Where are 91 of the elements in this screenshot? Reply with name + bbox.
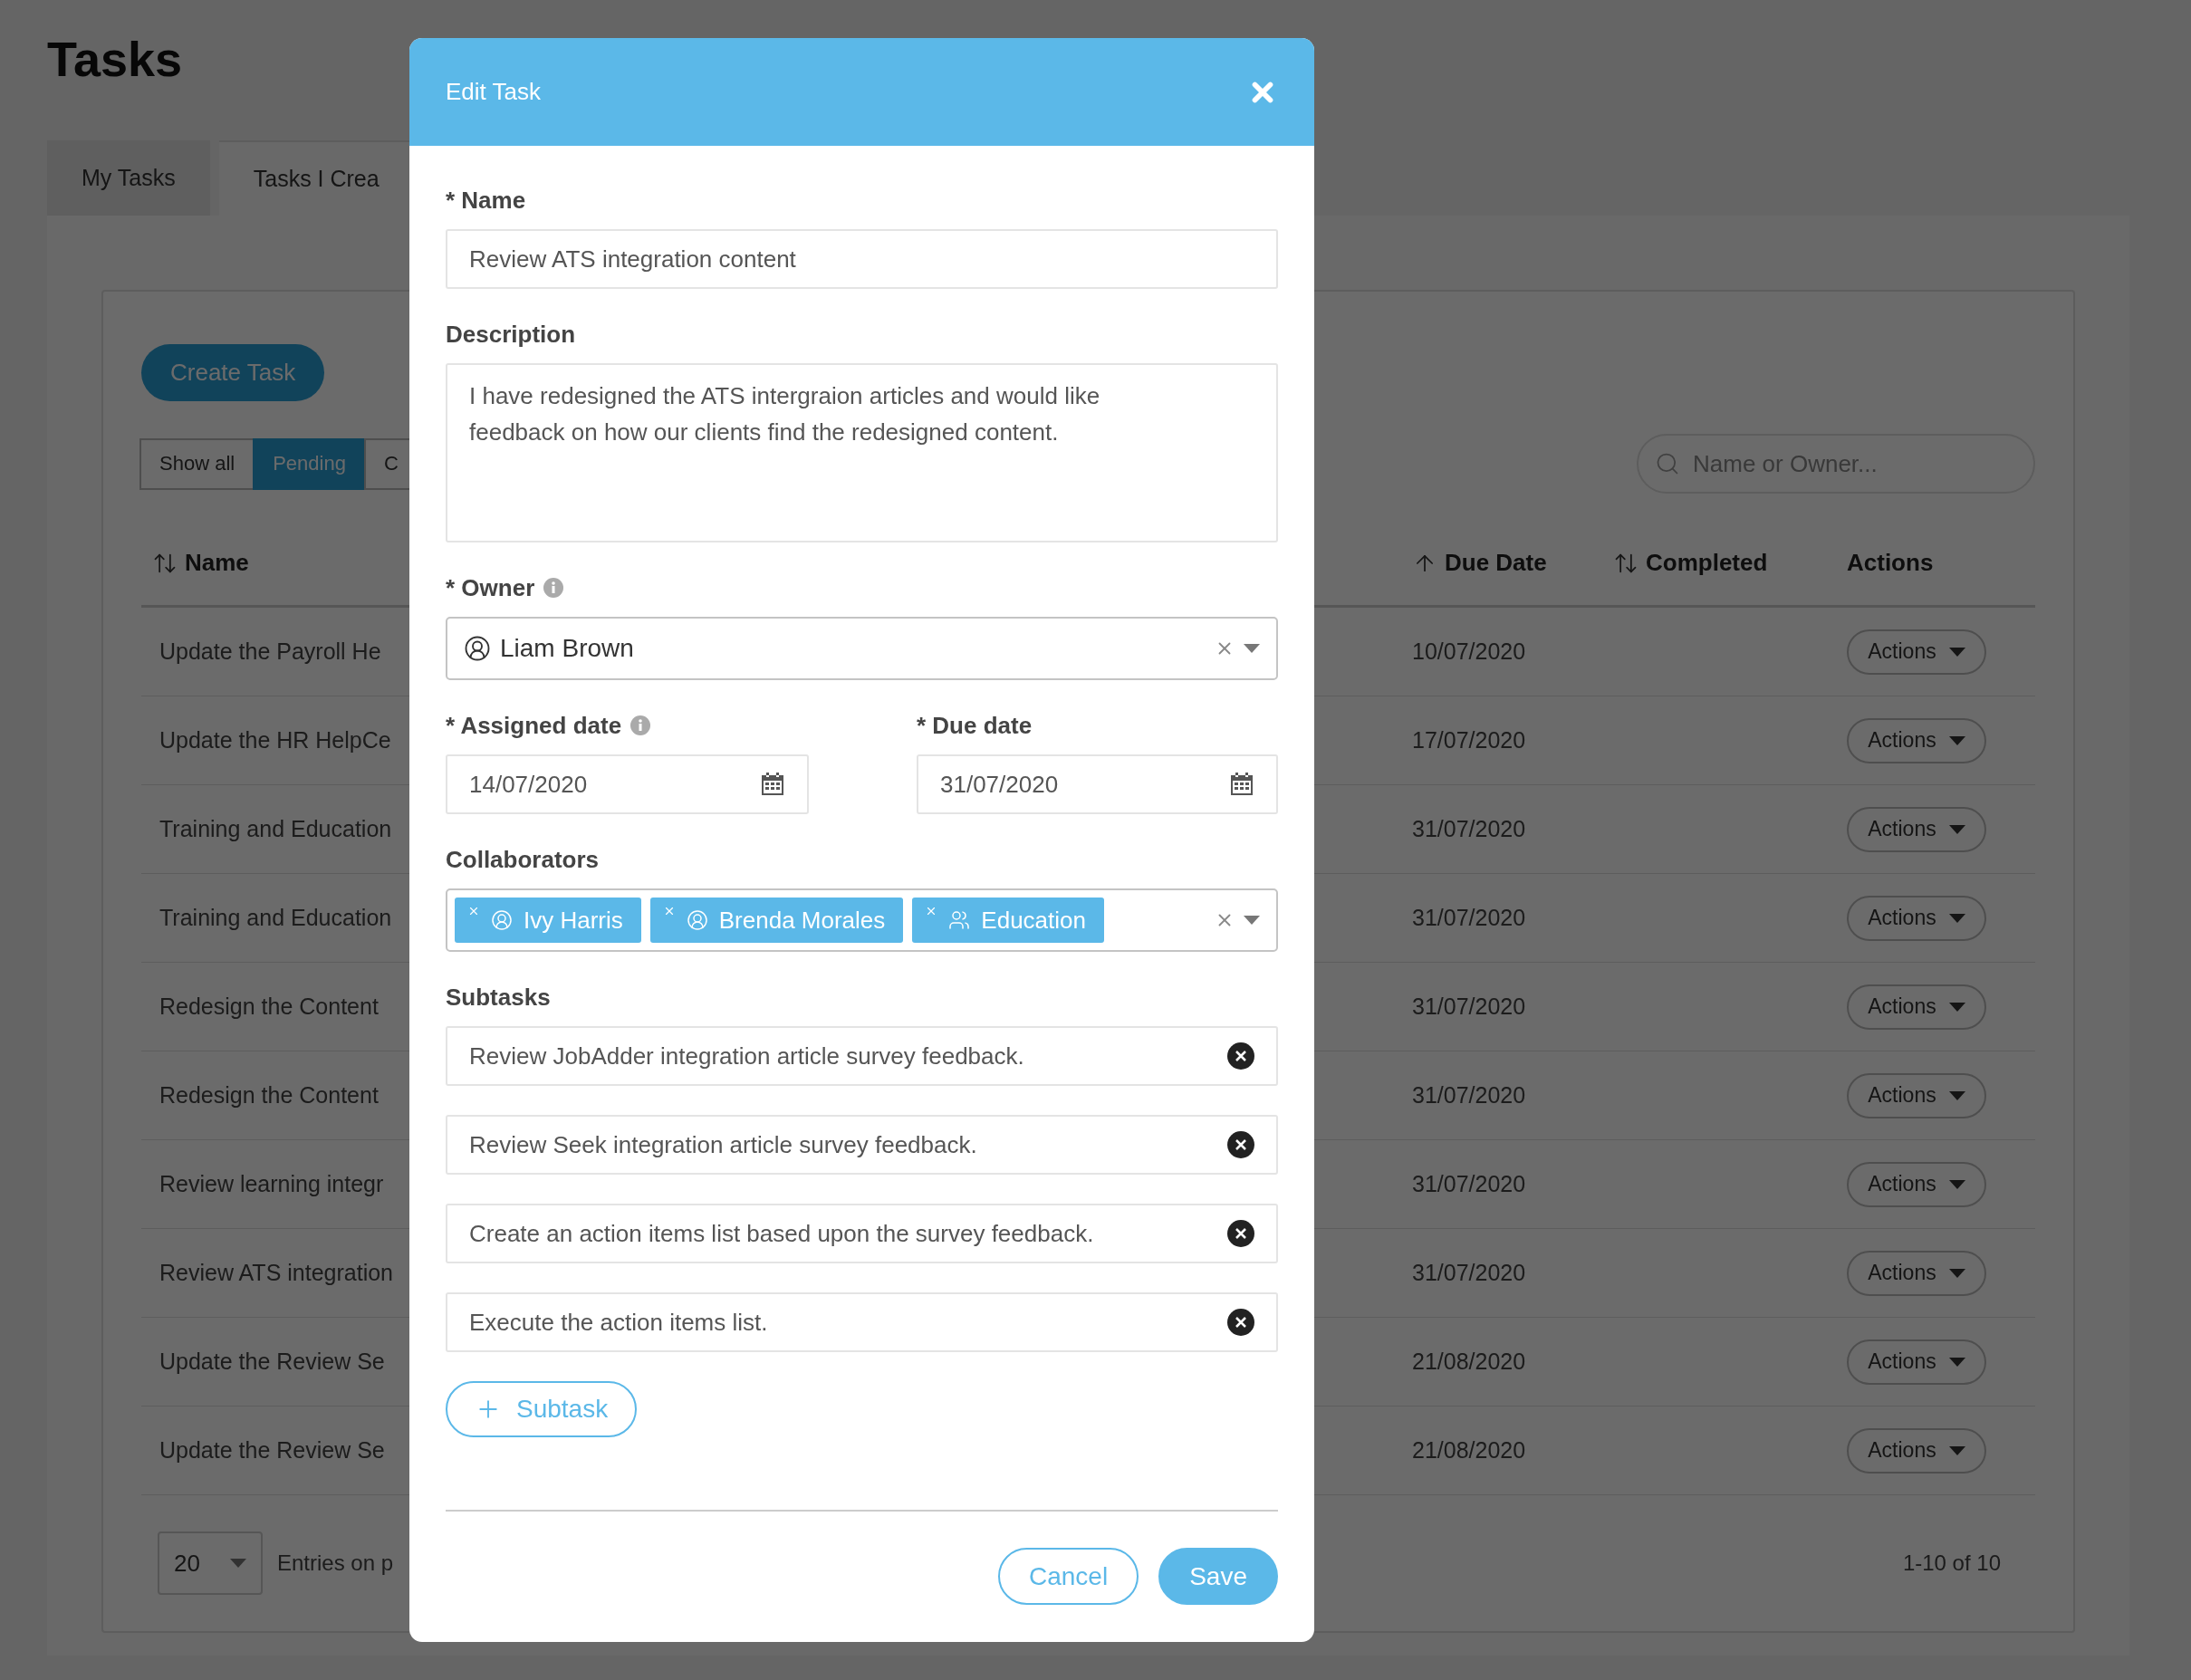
caret-icon [1948, 913, 1965, 923]
tab[interactable]: My Tasks [47, 140, 210, 216]
due-date: 31/07/2020 [1412, 1082, 1526, 1109]
due-date: 31/07/2020 [1412, 1260, 1526, 1286]
remove-tag-icon[interactable] [467, 905, 480, 917]
task-name: Redesign the Content [159, 1082, 379, 1109]
remove-icon[interactable] [1227, 1220, 1254, 1247]
caret-icon [1948, 1002, 1965, 1012]
field-label: * Owner [446, 573, 535, 602]
due-date: 31/07/2020 [1412, 905, 1526, 931]
actions-dropdown[interactable]: Actions [1847, 984, 1986, 1030]
caret-icon [1948, 1090, 1965, 1100]
due-date: 31/07/2020 [1412, 994, 1526, 1020]
field-label: * Name [446, 186, 526, 215]
column-header[interactable]: Actions [1847, 549, 1934, 577]
subtask-input[interactable]: Review JobAdder integration article survey feedback. [446, 1026, 1278, 1086]
actions-dropdown[interactable]: Actions [1847, 895, 1986, 941]
actions-dropdown[interactable]: Actions [1847, 1161, 1986, 1207]
pagination-range: 1-10 of 10 [1902, 1550, 2001, 1576]
subtask-input[interactable]: Execute the action items list. [446, 1292, 1278, 1352]
user-icon [491, 909, 513, 931]
collaborator-tag[interactable]: Brenda Morales [649, 898, 904, 943]
filter-button[interactable]: Pending [253, 437, 366, 490]
due-date: 31/07/2020 [1412, 816, 1526, 842]
column-header[interactable]: Completed [1646, 549, 1768, 577]
task-name: Training and Education [159, 816, 392, 842]
create-task-button[interactable]: Create Task [141, 344, 325, 401]
caret-icon [1948, 1179, 1965, 1189]
task-name: Review learning integr [159, 1171, 384, 1197]
page-title: Tasks [47, 31, 183, 88]
filter-button[interactable]: Show all [139, 437, 255, 490]
group-icon [948, 909, 971, 931]
remove-icon[interactable] [1227, 1309, 1254, 1336]
field-label: Subtasks [446, 983, 551, 1012]
due-date: 31/07/2020 [1412, 1171, 1526, 1197]
save-button[interactable]: Save [1158, 1548, 1278, 1605]
caret-icon [1948, 735, 1965, 745]
due-date: 10/07/2020 [1412, 638, 1526, 665]
user-icon [686, 909, 708, 931]
name-input[interactable]: Review ATS integration content [446, 229, 1278, 289]
collaborator-tag[interactable]: Ivy Harris [455, 898, 641, 943]
caret-icon [230, 1559, 246, 1568]
task-name: Update the HR HelpCe [159, 727, 391, 754]
date-input[interactable]: 31/07/2020 [917, 754, 1278, 814]
calendar-icon [760, 772, 785, 797]
actions-dropdown[interactable]: Actions [1847, 629, 1986, 675]
task-name: Update the Review Se [159, 1349, 385, 1375]
field-label: * Due date [917, 711, 1033, 740]
task-name: Redesign the Content [159, 994, 379, 1020]
caret-icon [1244, 916, 1260, 925]
actions-dropdown[interactable]: Actions [1847, 806, 1986, 852]
actions-dropdown[interactable]: Actions [1847, 1339, 1986, 1385]
entries-label: Entries on p [277, 1550, 394, 1576]
caret-icon [1244, 644, 1260, 653]
collaborator-tag[interactable]: Education [912, 898, 1104, 943]
caret-icon [1948, 824, 1965, 834]
column-header[interactable]: Name [185, 549, 249, 577]
search-icon [1655, 451, 1680, 476]
actions-dropdown[interactable]: Actions [1847, 1072, 1986, 1118]
caret-icon [1948, 647, 1965, 657]
due-date: 21/08/2020 [1412, 1349, 1526, 1375]
subtask-input[interactable]: Review Seek integration article survey feedback. [446, 1115, 1278, 1175]
dialog-title: Edit Task [446, 78, 541, 106]
column-header[interactable]: Due Date [1445, 549, 1547, 577]
remove-icon[interactable] [1227, 1042, 1254, 1070]
description-textarea[interactable]: I have redesigned the ATS intergraion articles and would like feedback on how our clients find the redesigned content. [446, 363, 1278, 542]
due-date: 17/07/2020 [1412, 727, 1526, 754]
field-label: Description [446, 320, 576, 349]
actions-dropdown[interactable]: Actions [1847, 1427, 1986, 1474]
actions-dropdown[interactable]: Actions [1847, 1250, 1986, 1296]
field-label: Collaborators [446, 845, 600, 874]
due-date: 21/08/2020 [1412, 1437, 1526, 1464]
page-size-select[interactable]: 20 [158, 1531, 263, 1595]
caret-icon [1948, 1357, 1965, 1367]
field-label: * Assigned date [446, 711, 622, 740]
subtask-input[interactable]: Create an action items list based upon the survey feedback. [446, 1204, 1278, 1263]
cancel-button[interactable]: Cancel [998, 1548, 1139, 1605]
caret-icon [1948, 1268, 1965, 1278]
task-name: Review ATS integration [159, 1260, 393, 1286]
task-name: Update the Review Se [159, 1437, 385, 1464]
user-icon [464, 635, 491, 662]
calendar-icon [1229, 772, 1254, 797]
task-name: Update the Payroll He [159, 638, 381, 665]
actions-dropdown[interactable]: Actions [1847, 717, 1986, 763]
add-subtask-button[interactable]: Subtask [446, 1381, 638, 1437]
collaborators-select[interactable]: Ivy Harris Brenda Morales Education [446, 888, 1278, 952]
remove-icon[interactable] [1227, 1131, 1254, 1158]
date-input[interactable]: 14/07/2020 [446, 754, 809, 814]
owner-select[interactable]: Liam Brown [446, 617, 1278, 680]
task-name: Training and Education [159, 905, 392, 931]
caret-icon [1948, 1445, 1965, 1455]
